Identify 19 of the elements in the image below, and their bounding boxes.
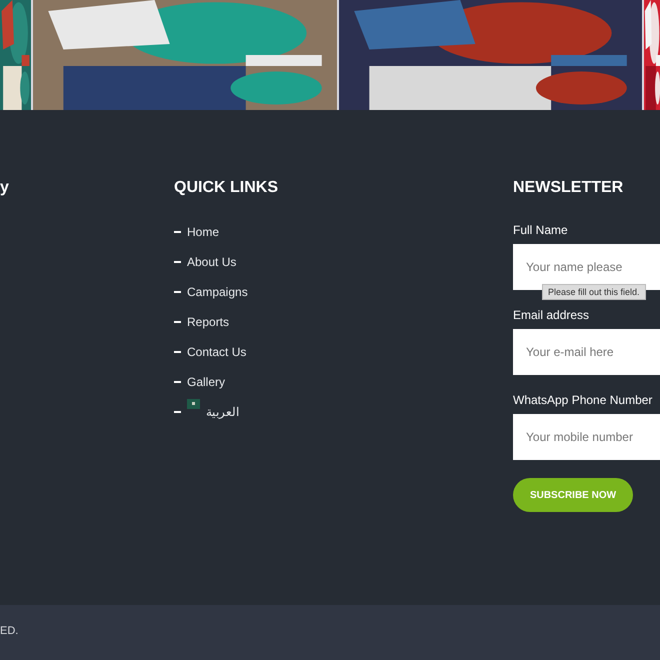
footer-link[interactable]: Contact Us [187, 343, 246, 361]
copyright-text: ED. [0, 624, 18, 639]
input-field[interactable]: Your name please [513, 244, 660, 290]
column-heading: y [0, 178, 10, 198]
footer-link[interactable]: Home [187, 223, 220, 241]
validation-tooltip: Please fill out this field. [542, 284, 646, 300]
field-label: WhatsApp Phone Number [513, 392, 652, 408]
column-heading: QUICK LINKS [174, 178, 278, 198]
footer-link[interactable]: Campaigns [187, 283, 248, 301]
input-field[interactable]: Your mobile number [513, 414, 660, 460]
column-heading: NEWSLETTER [513, 178, 624, 198]
footer-link[interactable]: العربية [206, 403, 239, 421]
field-label: Email address [513, 307, 590, 323]
input-field[interactable]: Your e-mail here [513, 329, 660, 375]
flag-icon [187, 399, 200, 409]
field-label: Full Name [513, 222, 568, 238]
footer-link[interactable]: Reports [187, 313, 230, 331]
footer-link[interactable]: Gallery [187, 373, 226, 391]
footer-link[interactable]: About Us [187, 253, 236, 271]
